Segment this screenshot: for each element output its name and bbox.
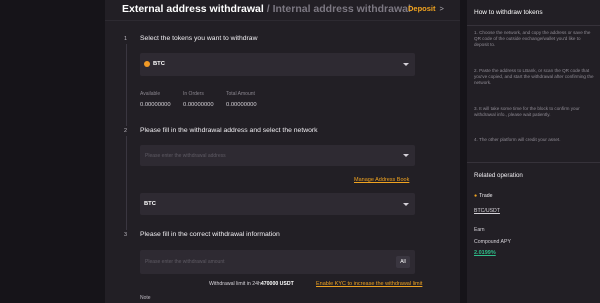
compound-apy-label: Compound APY: [474, 239, 511, 245]
withdrawal-address-input[interactable]: Please enter the withdrawal address: [140, 145, 415, 166]
how-step-1: 1. Choose the network, and copy the addr…: [474, 30, 591, 47]
chevron-right-icon: >: [439, 4, 444, 13]
fire-icon: ●: [474, 193, 478, 199]
withdrawal-amount-input[interactable]: Please enter the withdrawal amount All: [140, 250, 415, 274]
total-amount-label: Total Amount: [226, 91, 255, 97]
trade-heading: ● Trade: [474, 193, 493, 199]
how-step-2: 2. Paste the address to LBank, or scan t…: [474, 68, 594, 85]
step-title-2: Please fill in the withdrawal address an…: [140, 127, 318, 134]
enable-kyc-link[interactable]: Enable KYC to increase the withdrawal li…: [316, 281, 422, 287]
in-orders-label: In Orders: [183, 91, 204, 97]
amount-placeholder: Please enter the withdrawal amount: [145, 259, 225, 265]
chevron-down-icon: [403, 63, 409, 66]
how-step-4: 4. The other platform will credit your a…: [474, 137, 561, 142]
step-number-2: 2: [124, 128, 128, 134]
limit-prefix: Withdrawal limit in 24h: [209, 281, 261, 287]
chevron-down-icon: [403, 154, 409, 157]
how-to-title: How to withdraw tokens: [474, 9, 543, 16]
withdrawal-limit: Withdrawal limit in 24h470000 USDT: [209, 281, 294, 287]
available-label: Available: [140, 91, 161, 97]
network-select[interactable]: BTC: [140, 193, 415, 215]
tab-external-withdrawal[interactable]: External address withdrawal: [122, 3, 264, 15]
header-divider: [105, 20, 460, 21]
trade-pair-link[interactable]: BTC/USDT: [474, 208, 500, 214]
note-label: Note: [140, 295, 151, 301]
step-number-1: 1: [124, 36, 128, 42]
how-step-3: 3. It will take some time for the block …: [474, 106, 580, 117]
token-select-value: BTC: [153, 61, 165, 67]
all-button[interactable]: All: [396, 256, 410, 268]
divider: [467, 162, 600, 163]
deposit-link[interactable]: Deposit >: [408, 4, 444, 13]
limit-value: 470000: [260, 281, 279, 287]
tab-internal-withdrawal[interactable]: Internal address withdrawal: [273, 3, 411, 15]
network-select-value: BTC: [144, 201, 156, 207]
address-placeholder: Please enter the withdrawal address: [145, 153, 226, 159]
token-select[interactable]: BTC: [140, 53, 415, 76]
earn-label: Earn: [474, 227, 485, 233]
related-operation-title: Related operation: [474, 172, 523, 179]
step-number-3: 3: [124, 232, 128, 238]
step-title-1: Select the tokens you want to withdraw: [140, 35, 258, 42]
available-value: 0.00000000: [140, 102, 171, 108]
help-sidebar: How to withdraw tokens 1. Choose the net…: [467, 0, 600, 303]
limit-unit: USDT: [279, 281, 294, 287]
deposit-label: Deposit: [408, 4, 436, 13]
compound-apy-value[interactable]: 2.0199%: [474, 250, 496, 256]
step-connector: [126, 44, 127, 126]
step-connector: [126, 136, 127, 230]
chevron-down-icon: [403, 203, 409, 206]
total-amount-value: 0.00000000: [226, 102, 257, 108]
tab-separator: /: [266, 3, 270, 15]
divider: [467, 25, 600, 26]
btc-coin-icon: [144, 61, 150, 67]
manage-address-book-link[interactable]: Manage Address Book: [354, 177, 409, 183]
page-title: External address withdrawal / Internal a…: [122, 3, 411, 15]
step-title-3: Please fill in the correct withdrawal in…: [140, 231, 280, 238]
trade-label: Trade: [479, 193, 493, 199]
in-orders-value: 0.00000000: [183, 102, 214, 108]
